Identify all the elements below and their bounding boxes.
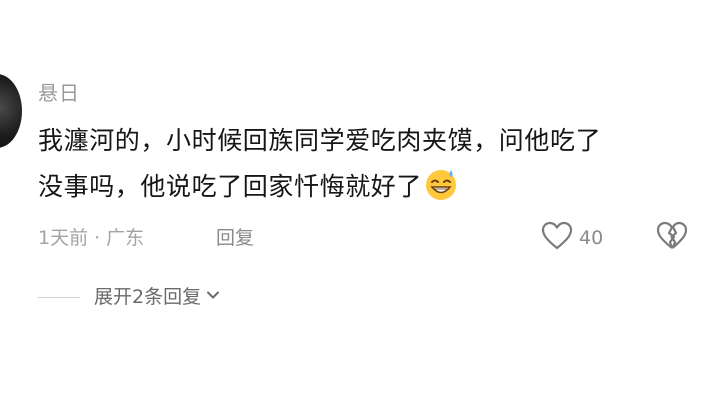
comment-text-line-2: 没事吗，他说吃了回家忏悔就好了 (38, 172, 423, 201)
comment-time: 1天前 (38, 227, 89, 249)
chevron-down-icon (201, 281, 221, 313)
avatar[interactable] (0, 74, 22, 148)
broken-heart-icon (656, 221, 688, 255)
username[interactable]: 悬日 (38, 78, 80, 108)
meta-separator: · (94, 227, 101, 249)
like-count: 40 (579, 227, 604, 249)
comment-location: 广东 (106, 227, 145, 249)
comment-card: 悬日 我瀍河的，小时候回族同学爱吃肉夹馍，问他吃了 没事吗，他说吃了回家忏悔就好… (0, 0, 720, 405)
heart-icon (541, 221, 573, 255)
reply-button[interactable]: 回复 (216, 222, 254, 254)
expand-divider (38, 297, 80, 298)
expand-replies-label: 展开2条回复 (94, 286, 202, 308)
comment-text-line-1: 我瀍河的，小时候回族同学爱吃肉夹馍，问他吃了 (38, 126, 602, 155)
dislike-button[interactable] (656, 221, 688, 255)
expand-replies-button[interactable]: 展开2条回复 (94, 281, 221, 313)
comment-text: 我瀍河的，小时候回族同学爱吃肉夹馍，问他吃了 没事吗，他说吃了回家忏悔就好了 (38, 118, 708, 216)
comment-meta: 1天前 · 广东 (38, 222, 144, 254)
like-button[interactable]: 40 (541, 221, 604, 255)
grinning-face-with-sweat-icon (424, 167, 458, 216)
